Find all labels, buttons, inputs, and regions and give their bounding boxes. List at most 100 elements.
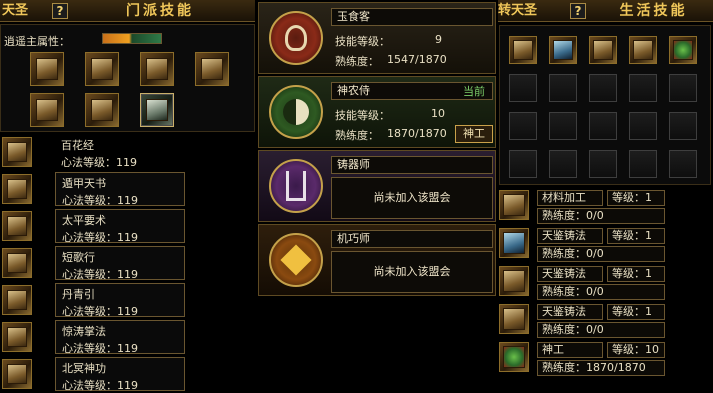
empty-slot[interactable] bbox=[669, 74, 697, 102]
forging-method-icon[interactable] bbox=[499, 304, 529, 334]
skill-book-icon[interactable] bbox=[2, 285, 32, 315]
book-icon[interactable] bbox=[85, 52, 119, 86]
life-skill-proficiency: 熟练度：0/0 bbox=[537, 322, 665, 338]
empty-slot[interactable] bbox=[589, 74, 617, 102]
empty-slot[interactable] bbox=[629, 112, 657, 140]
right-tab-edge[interactable]: 转天圣 bbox=[498, 0, 537, 22]
empty-slot[interactable] bbox=[549, 74, 577, 102]
skill-name: 短歌行 bbox=[62, 251, 95, 264]
life-skill-level: 等级：10 bbox=[607, 342, 665, 358]
not-joined-status: 尚未加入该盟会 bbox=[331, 177, 493, 219]
chef-emblem-icon bbox=[269, 11, 323, 65]
help-button[interactable]: ? bbox=[570, 3, 586, 19]
life-skill-name: 天鉴铸法 bbox=[537, 266, 603, 282]
book-icon[interactable] bbox=[195, 52, 229, 86]
empty-slot[interactable] bbox=[549, 112, 577, 140]
life-skill-proficiency: 熟练度：0/0 bbox=[537, 246, 665, 262]
left-tab-edge[interactable]: 天圣 bbox=[2, 0, 28, 22]
life-skill-level: 等级：1 bbox=[607, 228, 665, 244]
skill-level: 心法等级：119 bbox=[62, 379, 138, 392]
skill-level-label: 技能等级： bbox=[335, 109, 390, 122]
skill-book-icon[interactable] bbox=[2, 174, 32, 204]
skill-row[interactable]: 遁甲天书 心法等级：119 bbox=[55, 172, 185, 207]
empty-slot[interactable] bbox=[509, 112, 537, 140]
life-skill-proficiency: 熟练度：1870/1870 bbox=[537, 360, 665, 376]
life-skill-proficiency: 熟练度：0/0 bbox=[537, 208, 665, 224]
skill-name: 遁甲天书 bbox=[62, 177, 106, 190]
life-skill-level: 等级：1 bbox=[607, 304, 665, 320]
forging-method-icon[interactable] bbox=[499, 228, 529, 258]
skill-name: 惊涛掌法 bbox=[62, 325, 106, 338]
skill-row[interactable]: 短歌行 心法等级：119 bbox=[55, 246, 185, 281]
skill-row[interactable]: 惊涛掌法 心法等级：119 bbox=[55, 320, 185, 355]
help-button[interactable]: ? bbox=[52, 3, 68, 19]
skill-book-icon[interactable] bbox=[2, 137, 32, 167]
profession-card-current[interactable]: 神农侍 当前 技能等级： 10 熟练度： 1870/1870 神工 bbox=[258, 76, 496, 148]
empty-slot[interactable] bbox=[589, 150, 617, 178]
skill-level-value: 10 bbox=[431, 107, 445, 120]
proficiency-value: 1547/1870 bbox=[387, 53, 447, 66]
shengong-button[interactable]: 神工 bbox=[455, 125, 493, 143]
empty-slot[interactable] bbox=[509, 150, 537, 178]
skill-level: 心法等级：119 bbox=[62, 342, 138, 355]
sect-skills-title[interactable]: 门派技能 bbox=[80, 0, 240, 22]
crafted-item-icon[interactable] bbox=[549, 36, 577, 64]
skill-row[interactable]: 太平要术 心法等级：119 bbox=[55, 209, 185, 244]
empty-slot[interactable] bbox=[629, 150, 657, 178]
skill-row[interactable]: 北冥神功 心法等级：119 bbox=[55, 357, 185, 392]
skill-level-value: 9 bbox=[435, 33, 442, 46]
life-skill-name: 神工 bbox=[537, 342, 603, 358]
skill-name: 丹青引 bbox=[62, 288, 95, 301]
book-icon[interactable] bbox=[140, 93, 174, 127]
skill-level: 心法等级：119 bbox=[62, 268, 138, 281]
life-skill-proficiency: 熟练度：0/0 bbox=[537, 284, 665, 300]
skill-row[interactable]: 丹青引 心法等级：119 bbox=[55, 283, 185, 318]
not-joined-status: 尚未加入该盟会 bbox=[331, 251, 493, 293]
life-skill-level: 等级：1 bbox=[607, 266, 665, 282]
forging-method-icon[interactable] bbox=[499, 266, 529, 296]
life-skill-level: 等级：1 bbox=[607, 190, 665, 206]
herbalist-emblem-icon bbox=[269, 85, 323, 139]
skill-list: 百花经 心法等级：119 遁甲天书 心法等级：119 太平要术 心法等级：119… bbox=[0, 135, 255, 393]
skill-level: 心法等级：119 bbox=[62, 231, 138, 244]
empty-slot[interactable] bbox=[629, 74, 657, 102]
crafted-item-icon[interactable] bbox=[509, 36, 537, 64]
chest-icon[interactable] bbox=[85, 93, 119, 127]
life-skills-title[interactable]: 生活技能 bbox=[596, 0, 711, 22]
skill-row[interactable]: 百花经 心法等级：119 bbox=[55, 135, 185, 169]
profession-name: 机巧师 bbox=[331, 230, 493, 248]
profession-card[interactable]: 铸器师 尚未加入该盟会 bbox=[258, 150, 496, 222]
life-skill-name: 材料加工 bbox=[537, 190, 603, 206]
crafted-item-icon[interactable] bbox=[629, 36, 657, 64]
crafted-item-icon[interactable] bbox=[589, 36, 617, 64]
skill-level: 心法等级：119 bbox=[61, 156, 137, 169]
profession-name: 铸器师 bbox=[331, 156, 493, 174]
life-skill-list: 材料加工 等级：1 熟练度：0/0 天鉴铸法 等级：1 熟练度：0/0 天鉴铸法… bbox=[497, 188, 713, 393]
skill-book-icon[interactable] bbox=[2, 359, 32, 389]
profession-card[interactable]: 机巧师 尚未加入该盟会 bbox=[258, 224, 496, 296]
skill-book-icon[interactable] bbox=[2, 322, 32, 352]
book-icon[interactable] bbox=[30, 52, 64, 86]
skill-level-label: 技能等级： bbox=[335, 35, 390, 48]
proficiency-label: 熟练度： bbox=[335, 55, 379, 68]
empty-slot[interactable] bbox=[669, 150, 697, 178]
scroll-icon[interactable] bbox=[30, 93, 64, 127]
skill-name: 太平要术 bbox=[62, 214, 106, 227]
skill-level: 心法等级：119 bbox=[62, 194, 138, 207]
skill-book-icon[interactable] bbox=[2, 248, 32, 278]
attr-label: 逍遥主属性： bbox=[4, 35, 70, 48]
current-badge: 当前 bbox=[463, 85, 485, 98]
empty-slot[interactable] bbox=[589, 112, 617, 140]
skill-book-icon[interactable] bbox=[2, 211, 32, 241]
herb-pouch-icon[interactable] bbox=[669, 36, 697, 64]
shengong-icon[interactable] bbox=[499, 342, 529, 372]
profession-card[interactable]: 玉食客 技能等级： 9 熟练度： 1547/1870 bbox=[258, 2, 496, 74]
empty-slot[interactable] bbox=[509, 74, 537, 102]
material-processing-icon[interactable] bbox=[499, 190, 529, 220]
profession-name: 玉食客 bbox=[331, 8, 493, 26]
scroll-icon[interactable] bbox=[140, 52, 174, 86]
empty-slot[interactable] bbox=[669, 112, 697, 140]
skill-name: 百花经 bbox=[61, 139, 94, 152]
empty-slot[interactable] bbox=[549, 150, 577, 178]
life-skill-name: 天鉴铸法 bbox=[537, 304, 603, 320]
